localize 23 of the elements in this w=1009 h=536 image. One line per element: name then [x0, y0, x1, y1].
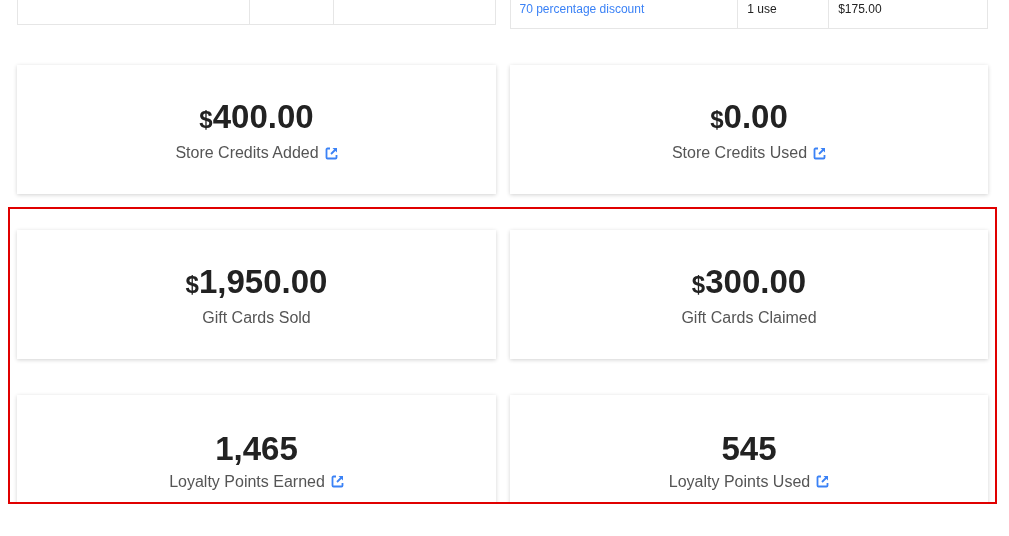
stat-value: 0.00 [723, 97, 788, 137]
external-link-icon[interactable] [813, 146, 827, 160]
stat-label: Store Credits Added [175, 144, 319, 162]
currency-symbol: $ [199, 106, 213, 135]
table-cell: $175.00 [838, 2, 882, 17]
stat-value: 300.00 [705, 262, 807, 302]
stat-label: Loyalty Points Earned [169, 472, 325, 491]
stat-value: 1,465 [215, 428, 298, 469]
table-cell: 1 use [747, 2, 777, 17]
stat-value: 545 [721, 428, 777, 469]
stat-value: 1,950.00 [198, 262, 328, 302]
external-link-icon[interactable] [330, 475, 344, 488]
stat-label: Gift Cards Claimed [681, 309, 817, 327]
currency-symbol: $ [710, 106, 724, 135]
stat-label: Store Credits Used [671, 144, 808, 162]
currency-symbol: $ [691, 271, 706, 300]
stat-label: Loyalty Points Used [668, 472, 811, 491]
currency-symbol: $ [185, 271, 199, 300]
discount-link[interactable]: 70 percentage discount [519, 2, 645, 17]
stat-value: 400.00 [212, 97, 314, 137]
stat-label: Gift Cards Sold [202, 309, 311, 327]
external-link-icon[interactable] [816, 475, 830, 488]
external-link-icon[interactable] [324, 146, 338, 160]
